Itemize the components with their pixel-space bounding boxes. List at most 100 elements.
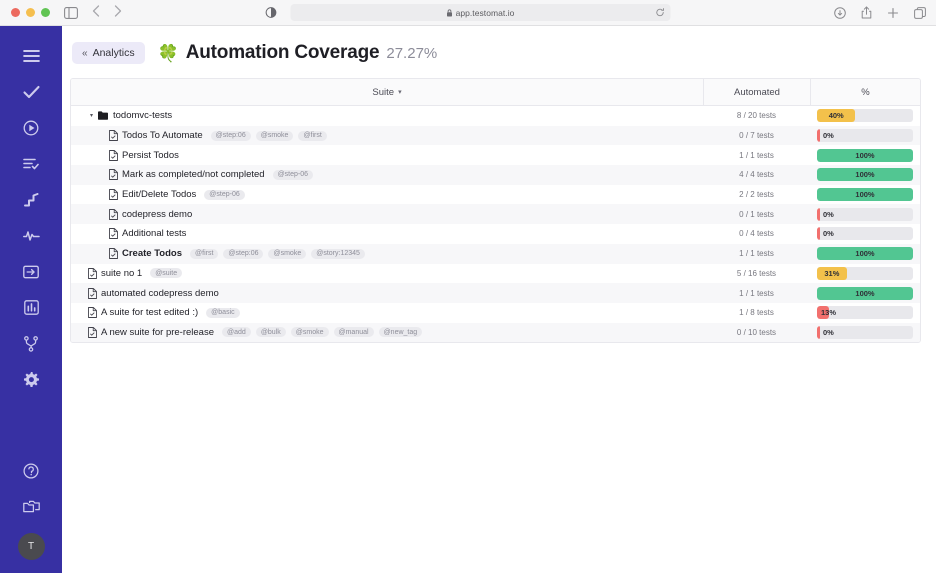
menu-icon <box>23 49 40 68</box>
suite-name[interactable]: Create Todos <box>122 248 182 259</box>
suite-name[interactable]: Persist Todos <box>122 150 179 161</box>
sidebar-item-import[interactable] <box>0 256 62 292</box>
tag-badge[interactable]: @suite <box>150 268 182 278</box>
sidebar-item-analytics[interactable] <box>0 292 62 328</box>
tag-badge[interactable]: @basic <box>206 308 239 318</box>
sidebar-item-branches[interactable] <box>0 328 62 364</box>
progress-label: 0% <box>823 208 834 221</box>
tag-badge[interactable]: @bulk <box>256 327 286 337</box>
progress-fill <box>817 326 820 339</box>
share-icon[interactable] <box>861 6 872 19</box>
suite-name[interactable]: Todos To Automate <box>122 130 203 141</box>
table-row[interactable]: Mark as completed/not completed@step-064… <box>71 165 920 185</box>
table-row[interactable]: suite no 1 @suite 5 / 16 tests 31% <box>71 264 920 284</box>
suite-name[interactable]: A new suite for pre-release <box>101 327 214 338</box>
table-row[interactable]: Additional tests0 / 4 tests0% <box>71 224 920 244</box>
tab-overview-icon[interactable] <box>914 7 926 19</box>
progress-track: 40% <box>817 109 913 122</box>
sidebar-item-runs[interactable] <box>0 112 62 148</box>
tag-badge[interactable]: @smoke <box>256 131 294 141</box>
navigation-arrows <box>92 5 122 20</box>
close-window-button[interactable] <box>11 8 20 17</box>
tag-badge[interactable]: @manual <box>334 327 374 337</box>
percent-cell: 0% <box>810 126 920 146</box>
tag-badge[interactable]: @new_tag <box>379 327 423 337</box>
suite-name[interactable]: Additional tests <box>122 228 186 239</box>
sidebar-item-menu[interactable] <box>0 40 62 76</box>
tag-badge[interactable]: @step:06 <box>223 249 263 259</box>
table-row[interactable]: Todos To Automate@step:06@smoke@first0 /… <box>71 126 920 146</box>
suite-name[interactable]: codepress demo <box>122 209 192 220</box>
sidebar-item-help[interactable] <box>0 455 62 491</box>
back-arrow-icon[interactable] <box>92 5 100 20</box>
expand-collapse-icon[interactable]: ▾ <box>85 112 98 119</box>
table-row[interactable]: automated codepress demo1 / 1 tests100% <box>71 283 920 303</box>
sidebar-toggle-icon[interactable] <box>64 7 78 19</box>
tag-badge[interactable]: @step-06 <box>273 170 313 180</box>
new-tab-icon[interactable] <box>887 7 899 19</box>
sidebar-item-projects[interactable] <box>0 491 62 527</box>
suite-name[interactable]: automated codepress demo <box>101 288 219 299</box>
percent-cell: 100% <box>810 244 920 264</box>
back-to-analytics-button[interactable]: « Analytics <box>72 42 145 64</box>
maximize-window-button[interactable] <box>41 8 50 17</box>
table-row[interactable]: ▾todomvc-tests8 / 20 tests40% <box>71 106 920 126</box>
percent-cell: 100% <box>810 165 920 185</box>
tag-badge[interactable]: @step:06 <box>211 131 251 141</box>
sidebar-item-settings[interactable] <box>0 364 62 400</box>
progress-track: 0% <box>817 208 913 221</box>
sidebar-item-plans[interactable] <box>0 148 62 184</box>
privacy-shield-icon[interactable] <box>266 7 277 18</box>
table-row[interactable]: Persist Todos1 / 1 tests100% <box>71 145 920 165</box>
minimize-window-button[interactable] <box>26 8 35 17</box>
forward-arrow-icon[interactable] <box>114 5 122 20</box>
tag-badge[interactable]: @first <box>298 131 326 141</box>
automated-count: 1 / 1 tests <box>703 244 810 264</box>
list-check-icon <box>23 157 39 176</box>
column-header-percent-label: % <box>861 87 869 98</box>
tag-badge[interactable]: @first <box>190 249 218 259</box>
sidebar-item-activity[interactable] <box>0 220 62 256</box>
suite-file-icon <box>109 248 118 259</box>
browser-toolbar: app.testomat.io <box>0 0 936 26</box>
window-traffic-lights <box>11 8 50 17</box>
progress-label: 31% <box>817 267 847 280</box>
sidebar-item-steps[interactable] <box>0 184 62 220</box>
tag-badge[interactable]: @story:12345 <box>311 249 365 259</box>
avatar[interactable]: T <box>18 533 45 560</box>
table-row[interactable]: A suite for test edited :)@basic1 / 8 te… <box>71 303 920 323</box>
table-row[interactable]: A new suite for pre-release @add @bulk @smo… <box>71 323 920 343</box>
suite-name[interactable]: todomvc-tests <box>113 110 172 121</box>
suite-name[interactable]: A suite for test edited :) <box>101 307 198 318</box>
table-header-row: Suite ▾ Automated % <box>71 79 920 106</box>
column-header-suite[interactable]: Suite ▾ <box>71 79 703 105</box>
downloads-icon[interactable] <box>834 7 846 19</box>
suite-name[interactable]: Mark as completed/not completed <box>122 169 265 180</box>
bar-chart-icon <box>24 300 39 320</box>
main-content: « Analytics 🍀 Automation Coverage 27.27%… <box>62 26 936 573</box>
tag-badge[interactable]: @smoke <box>291 327 329 337</box>
suite-name[interactable]: Edit/Delete Todos <box>122 189 196 200</box>
sort-caret-icon: ▾ <box>398 88 402 96</box>
lock-icon <box>447 9 453 17</box>
table-row[interactable]: Create Todos @first @step:06 @smoke @story:1… <box>71 244 920 264</box>
suite-file-icon <box>109 130 118 141</box>
tag-list: @step-06 <box>204 190 244 200</box>
reload-icon[interactable] <box>656 4 665 22</box>
tag-list: @step:06 @smoke @first <box>211 131 327 141</box>
table-row[interactable]: codepress demo0 / 1 tests0% <box>71 204 920 224</box>
automated-count: 5 / 16 tests <box>703 264 810 284</box>
page-title: Automation Coverage <box>186 42 380 64</box>
suite-name[interactable]: suite no 1 <box>101 268 142 279</box>
table-row[interactable]: Edit/Delete Todos@step-062 / 2 tests100% <box>71 185 920 205</box>
tag-badge[interactable]: @step-06 <box>204 190 244 200</box>
tag-badge[interactable]: @add <box>222 327 251 337</box>
app-sidebar: T <box>0 26 62 573</box>
column-header-percent[interactable]: % <box>810 79 920 105</box>
progress-label: 0% <box>823 326 834 339</box>
progress-track: 0% <box>817 326 913 339</box>
tag-badge[interactable]: @smoke <box>268 249 306 259</box>
sidebar-item-tests[interactable] <box>0 76 62 112</box>
url-field[interactable]: app.testomat.io <box>291 4 671 21</box>
column-header-automated[interactable]: Automated <box>703 79 810 105</box>
